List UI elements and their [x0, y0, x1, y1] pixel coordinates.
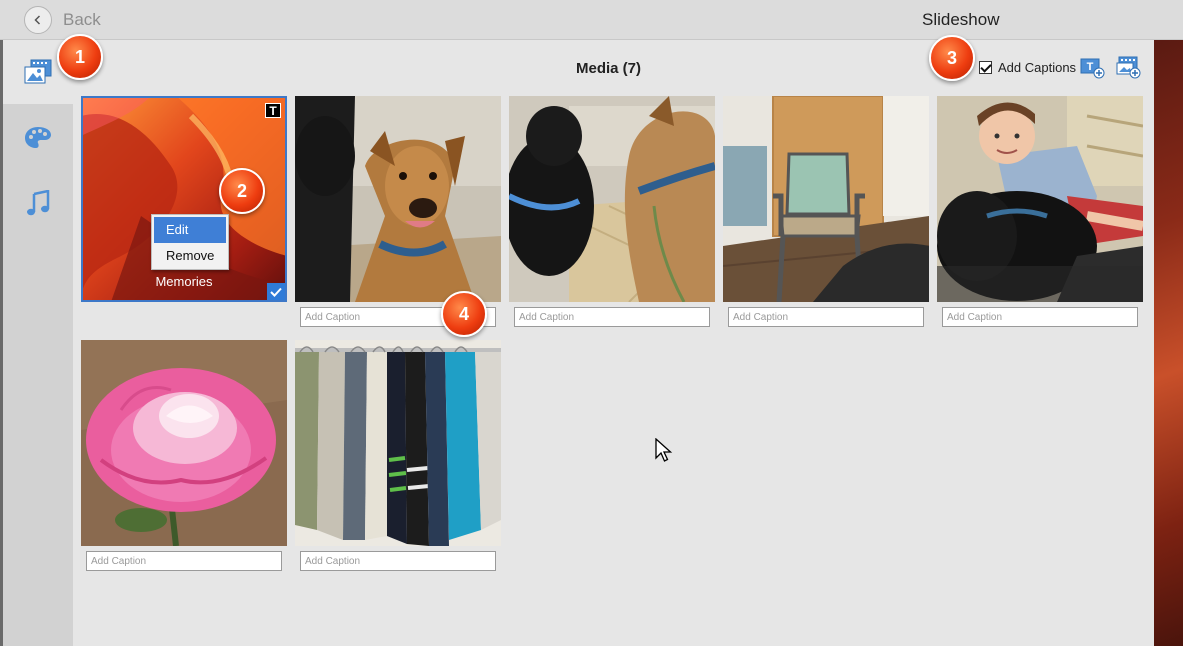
media-tile-4[interactable] — [723, 96, 929, 302]
text-slide-badge: T — [265, 103, 281, 118]
media-icon — [24, 59, 52, 84]
callout-2: 2 — [219, 168, 265, 214]
add-media-button[interactable] — [1116, 56, 1142, 80]
add-captions-toggle[interactable]: Add Captions — [979, 60, 1076, 75]
media-panel: Media (7) Add Captions T T Memories Edit… — [73, 40, 1154, 646]
waiting-room-image — [723, 96, 929, 302]
svg-text:T: T — [1087, 61, 1094, 73]
media-tile-2[interactable] — [295, 96, 501, 302]
tile-title-text: Memories — [155, 274, 213, 289]
sidebar-item-themes[interactable] — [3, 106, 73, 170]
add-text-slide-button[interactable]: T — [1080, 56, 1106, 80]
sidebar-item-audio[interactable] — [3, 172, 73, 236]
background-image-strip — [1154, 40, 1183, 646]
callout-4: 4 — [441, 291, 487, 337]
top-bar: Back Slideshow — [0, 0, 1183, 40]
media-tile-3[interactable] — [509, 96, 715, 302]
clothes-rack-image — [295, 340, 501, 546]
callout-1: 1 — [57, 34, 103, 80]
caption-input-4[interactable] — [728, 307, 924, 327]
media-tile-6[interactable] — [81, 340, 287, 546]
tile-context-menu: Edit Remove — [151, 214, 229, 270]
sidebar — [3, 40, 73, 646]
caption-input-3[interactable] — [514, 307, 710, 327]
context-menu-remove[interactable]: Remove — [152, 243, 228, 269]
dogs-in-car-image — [295, 96, 501, 302]
caption-input-7[interactable] — [300, 551, 496, 571]
palette-icon — [25, 127, 51, 148]
add-text-icon: T — [1080, 58, 1105, 79]
media-tile-5[interactable] — [937, 96, 1143, 302]
boy-with-dog-image — [937, 96, 1143, 302]
back-label: Back — [63, 10, 101, 29]
context-menu-edit[interactable]: Edit — [154, 217, 226, 243]
checkmark-icon[interactable] — [267, 283, 285, 300]
media-tile-7[interactable] — [295, 340, 501, 546]
music-icon — [27, 190, 50, 216]
dogs-from-behind-image — [509, 96, 715, 302]
add-captions-checkbox[interactable] — [979, 61, 992, 74]
caption-input-5[interactable] — [942, 307, 1138, 327]
window-title: Slideshow — [922, 10, 1000, 29]
add-media-icon — [1116, 56, 1141, 79]
add-captions-label: Add Captions — [998, 60, 1077, 75]
pink-rose-image — [81, 340, 287, 546]
mouse-cursor-icon — [655, 438, 673, 462]
back-button[interactable]: Back — [24, 6, 101, 34]
callout-3: 3 — [929, 35, 975, 81]
caption-input-6[interactable] — [86, 551, 282, 571]
chevron-left-icon — [24, 6, 52, 34]
